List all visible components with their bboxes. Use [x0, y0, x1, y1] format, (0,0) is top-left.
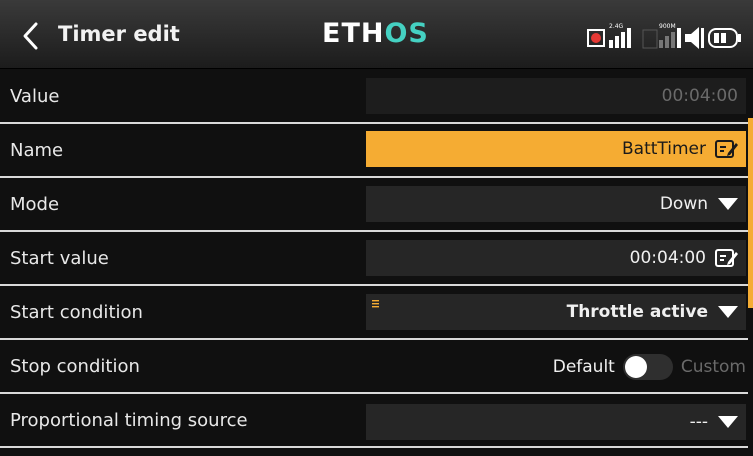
name-label: Name [10, 140, 64, 161]
value-field-text: 00:04:00 [661, 86, 738, 106]
band2-label: 900M [659, 23, 676, 30]
stop-condition-label: Stop condition [10, 356, 140, 377]
timer-edit-screen: Timer edit ETHOS 2.4G 900M Value 00:04:0… [0, 0, 753, 456]
scrollbar[interactable] [748, 118, 753, 308]
mode-dropdown[interactable]: Down [366, 186, 746, 222]
start-condition-dropdown[interactable]: Throttle active [366, 294, 746, 330]
value-field: 00:04:00 [366, 78, 746, 114]
dropdown-caret-icon [718, 416, 738, 428]
signal-900mhz-icon: 900M [642, 23, 681, 49]
header-bar: Timer edit ETHOS 2.4G 900M [0, 0, 753, 69]
row-start-condition: Start condition Throttle active [0, 286, 753, 340]
record-indicator-icon [587, 29, 605, 47]
status-icons: 2.4G 900M [585, 20, 750, 54]
start-value-field-text: 00:04:00 [629, 248, 706, 268]
menu-marker-icon [372, 300, 379, 308]
row-mode: Mode Down [0, 178, 753, 232]
toggle-custom-label: Custom [680, 357, 746, 377]
edit-icon [715, 140, 738, 158]
dropdown-caret-icon [718, 306, 738, 318]
start-value-label: Start value [10, 248, 109, 269]
proportional-source-dropdown[interactable]: --- [366, 404, 746, 440]
row-name: Name BattTimer [0, 124, 753, 178]
proportional-source-value: --- [689, 412, 708, 432]
name-field-text: BattTimer [621, 139, 706, 159]
name-field[interactable]: BattTimer [366, 131, 746, 167]
stop-condition-toggle[interactable] [622, 354, 673, 380]
volume-icon [685, 27, 704, 49]
back-button[interactable] [10, 18, 50, 54]
dropdown-caret-icon [718, 198, 738, 210]
mode-label: Mode [10, 194, 60, 215]
mode-dropdown-value: Down [659, 194, 708, 214]
row-value: Value 00:04:00 [0, 70, 753, 124]
proportional-source-label: Proportional timing source [10, 410, 248, 431]
ethos-logo: ETHOS [322, 18, 429, 49]
band1-label: 2.4G [609, 23, 624, 30]
row-start-value: Start value 00:04:00 [0, 232, 753, 286]
divider [0, 446, 748, 448]
start-condition-label: Start condition [10, 302, 143, 323]
row-proportional-source: Proportional timing source --- [0, 394, 753, 448]
stop-condition-toggle-group: Default Custom [520, 349, 746, 385]
toggle-default-label: Default [552, 357, 615, 377]
toggle-knob [624, 356, 647, 378]
edit-icon [715, 249, 738, 267]
start-condition-value: Throttle active [566, 302, 708, 322]
logo-text-part1: ETH [322, 18, 385, 49]
row-stop-condition: Stop condition Default Custom [0, 340, 753, 394]
page-title: Timer edit [58, 22, 180, 46]
chevron-left-icon [23, 22, 38, 50]
value-label: Value [10, 86, 60, 107]
start-value-field[interactable]: 00:04:00 [366, 240, 746, 276]
signal-2-4ghz-icon: 2.4G [609, 23, 631, 48]
battery-icon [708, 28, 741, 48]
logo-text-part2: OS [384, 18, 429, 49]
